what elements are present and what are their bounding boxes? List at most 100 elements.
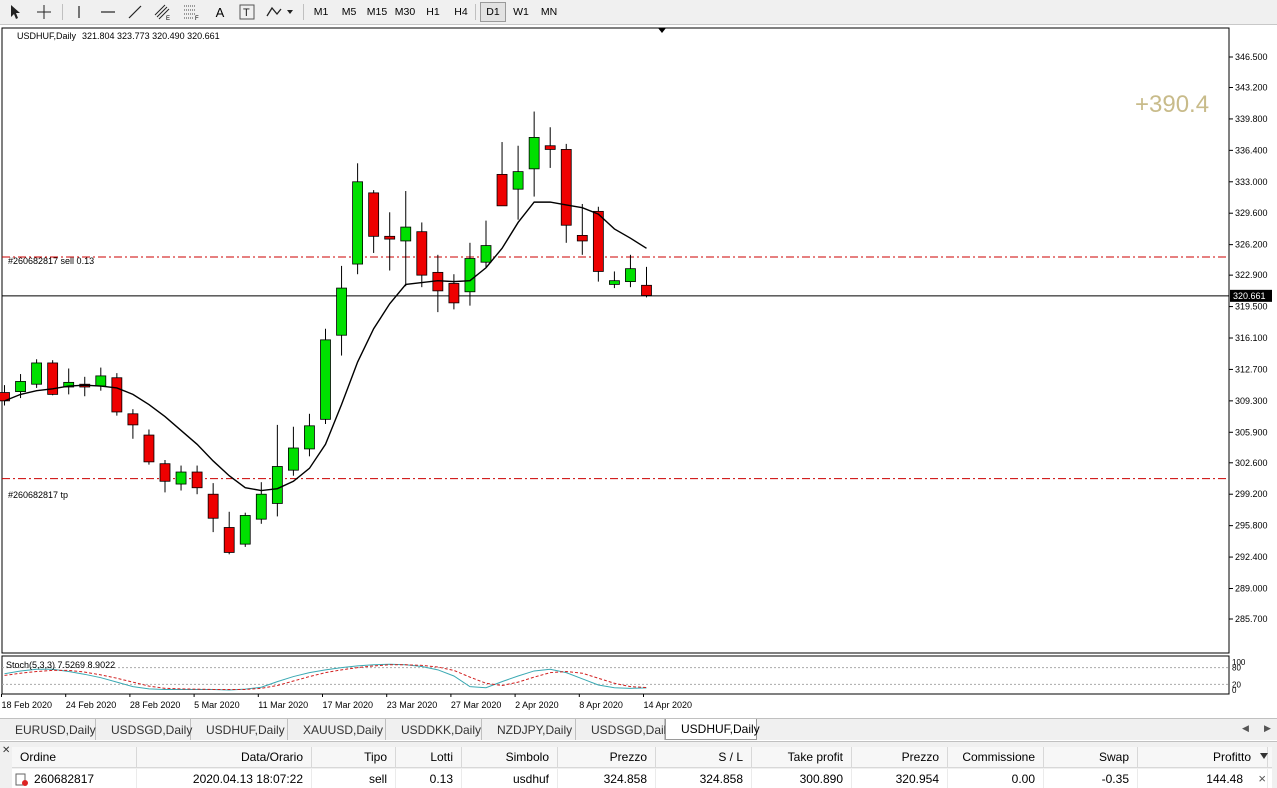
y-axis-tick-label: 295.800 [1235,521,1268,531]
column-header-s-l[interactable]: S / L [656,747,752,768]
bear-candle [207,493,219,519]
column-header-swap[interactable]: Swap [1044,747,1138,768]
tab-usdsgd-daily[interactable]: USDSGD,Daily [576,719,672,740]
column-header-prezzo[interactable]: Prezzo [852,747,948,768]
bull-candle [609,280,620,285]
cursor-arrow-icon[interactable] [4,2,26,22]
equidistant-channel-icon[interactable]: E [152,2,174,22]
timeframe-m15[interactable]: M15 [364,2,390,22]
timeframe-m1[interactable]: M1 [308,2,334,22]
close-order-icon[interactable]: × [1258,769,1266,788]
bull-candle [400,226,412,242]
chart-ohlc-values: 321.804 323.773 320.490 320.661 [82,31,220,41]
tab-usddkk-daily[interactable]: USDDKK,Daily [386,719,482,740]
y-axis-tick-label: 319.500 [1235,302,1268,312]
tab-xauusd-daily[interactable]: XAUUSD,Daily [288,719,386,740]
timeframe-mn[interactable]: MN [536,2,562,22]
column-header-ordine[interactable]: Ordine [12,747,137,768]
x-axis-tick-label: 17 Mar 2020 [323,700,374,710]
tab-scroll-left-icon[interactable]: ◀ [1242,723,1249,734]
bull-candle [239,515,251,545]
tab-nzdjpy-daily[interactable]: NZDJPY,Daily [482,719,576,740]
column-header-tipo[interactable]: Tipo [312,747,396,768]
text-label-icon[interactable]: T [236,2,258,22]
tab-usdhuf-daily[interactable]: USDHUF,Daily [191,719,288,740]
x-axis-tick-label: 2 Apr 2020 [515,700,559,710]
bear-candle [159,463,171,482]
column-header-profitto[interactable]: Profitto [1138,747,1268,768]
bull-candle [15,381,26,393]
bull-candle [625,268,636,283]
bull-candle [464,258,476,293]
bull-candle [31,362,43,385]
current-price-label: 320.661 [1233,291,1266,301]
chart-tab-bar: EURUSD,Daily USDSGD,Daily USDHUF,Daily XAUU… [0,718,1277,740]
y-axis-tick-label: 316.100 [1235,333,1268,343]
y-axis-tick-label: 339.800 [1235,114,1268,124]
y-axis-tick-label: 326.200 [1235,240,1268,250]
floating-profit: +390.4 [1135,91,1210,118]
shapes-dropdown-icon[interactable] [264,2,296,22]
svg-text:F: F [195,16,199,21]
bull-candle [320,339,331,420]
y-axis-tick-label: 322.900 [1235,270,1268,280]
price-panel-frame [1,27,1230,654]
sort-arrow-icon[interactable] [1260,753,1268,759]
y-axis-tick-label: 285.700 [1235,614,1268,624]
cell-ordine: 260682817 [12,769,137,788]
bear-candle [111,377,123,413]
bear-candle [592,210,604,272]
price-chart[interactable]: 346.500 343.200 339.800 336.400 333.000 329.6… [0,25,1277,718]
bull-candle [512,171,524,190]
terminal-orders-panel: ✕ Ordine Data/Orario Tipo Lotti Simbolo Prezz… [0,741,1277,788]
bull-candle [175,471,187,485]
bear-candle [127,413,139,426]
cell-swap: -0.35 [1044,769,1138,788]
cell-commissione: 0.00 [948,769,1044,788]
cell-prezzo: 324.858 [558,769,656,788]
cell-s-l: 324.858 [656,769,752,788]
bull-candle [352,181,364,265]
column-header-take-profit[interactable]: Take profit [752,747,852,768]
y-axis-tick-label: 312.700 [1235,364,1268,374]
chart-canvas: 346.500 343.200 339.800 336.400 333.000 329.6… [0,27,1272,710]
y-axis-tick-label: 329.600 [1235,208,1268,218]
column-header-simbolo[interactable]: Simbolo [462,747,558,768]
y-axis-tick-label: 305.900 [1235,427,1268,437]
column-header-data-orario[interactable]: Data/Orario [137,747,312,768]
timeframe-m5[interactable]: M5 [336,2,362,22]
toolbar-separator [62,4,63,20]
trendline-icon[interactable] [124,2,146,22]
text-icon[interactable]: A [209,2,231,22]
x-axis-tick-label: 27 Mar 2020 [451,700,502,710]
tab-usdhuf-daily[interactable]: USDHUF,Daily [665,719,760,740]
bear-candle [368,192,380,237]
timeframe-h4[interactable]: H4 [448,2,474,22]
crosshair-icon[interactable] [33,2,55,22]
tp-line-label: #260682817 tp [8,490,69,500]
bull-candle [304,425,315,450]
bear-candle [641,284,652,296]
column-header-lotti[interactable]: Lotti [396,747,462,768]
cell-simbolo: usdhuf [462,769,558,788]
timeframe-h1[interactable]: H1 [420,2,446,22]
orders-table-header: Ordine Data/Orario Tipo Lotti Simbolo Prezzo S… [12,747,1272,768]
fibonacci-icon[interactable]: F [181,2,203,22]
timeframe-w1[interactable]: W1 [508,2,534,22]
tab-usdsgd-daily[interactable]: USDSGD,Daily [96,719,192,740]
horizontal-line-icon[interactable] [97,2,119,22]
column-header-prezzo[interactable]: Prezzo [558,747,656,768]
table-row[interactable]: 260682817 2020.04.13 18:07:22 sell 0.13 usdh… [12,769,1272,788]
bull-candle [287,447,299,471]
bear-candle [496,173,508,207]
x-axis-tick-label: 23 Mar 2020 [387,700,438,710]
timeframe-d1[interactable]: D1 [480,2,506,22]
terminal-close-icon[interactable]: ✕ [2,745,10,756]
column-header-commissione[interactable]: Commissione [948,747,1044,768]
y-axis-tick-label: 302.600 [1235,458,1268,468]
timeframe-m30[interactable]: M30 [392,2,418,22]
chart-symbol-name: USDHUF,Daily [17,31,77,41]
tab-scroll-right-icon[interactable]: ▶ [1264,723,1271,734]
tab-eurusd-daily[interactable]: EURUSD,Daily [0,719,96,740]
vertical-line-icon[interactable] [68,2,90,22]
